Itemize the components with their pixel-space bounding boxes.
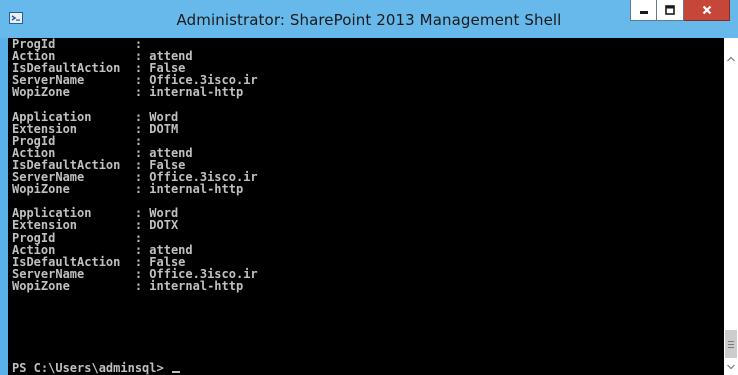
maximize-icon: [665, 5, 675, 15]
vertical-scrollbar[interactable]: [724, 38, 738, 375]
command-prompt[interactable]: PS C:\Users\adminsql>: [12, 362, 180, 374]
powershell-window: Administrator: SharePoint 2013 Managemen…: [0, 0, 738, 375]
minimize-icon: [639, 11, 648, 14]
console-output[interactable]: ProgId : Action : attend IsDefaultAction…: [8, 38, 724, 375]
window-title: Administrator: SharePoint 2013 Managemen…: [176, 11, 562, 29]
text-cursor: [171, 371, 180, 373]
minimize-button[interactable]: [630, 0, 657, 21]
chevron-up-icon: [727, 56, 735, 62]
prompt-text: PS C:\Users\adminsql>: [12, 361, 171, 375]
close-button[interactable]: [684, 0, 730, 21]
console-text: ProgId : Action : attend IsDefaultAction…: [12, 38, 258, 292]
console-line: WopiZone : internal-http: [12, 278, 244, 293]
scroll-down-button[interactable]: [724, 360, 738, 374]
console-line: WopiZone : internal-http: [12, 182, 244, 197]
scroll-up-button[interactable]: [724, 52, 738, 66]
scroll-thumb[interactable]: [725, 330, 737, 358]
maximize-button[interactable]: [657, 0, 684, 21]
title-bar[interactable]: Administrator: SharePoint 2013 Managemen…: [0, 0, 738, 38]
chevron-down-icon: [727, 364, 735, 370]
window-controls: [630, 0, 730, 22]
close-icon: [702, 5, 711, 15]
console-line: WopiZone : internal-http: [12, 85, 244, 100]
